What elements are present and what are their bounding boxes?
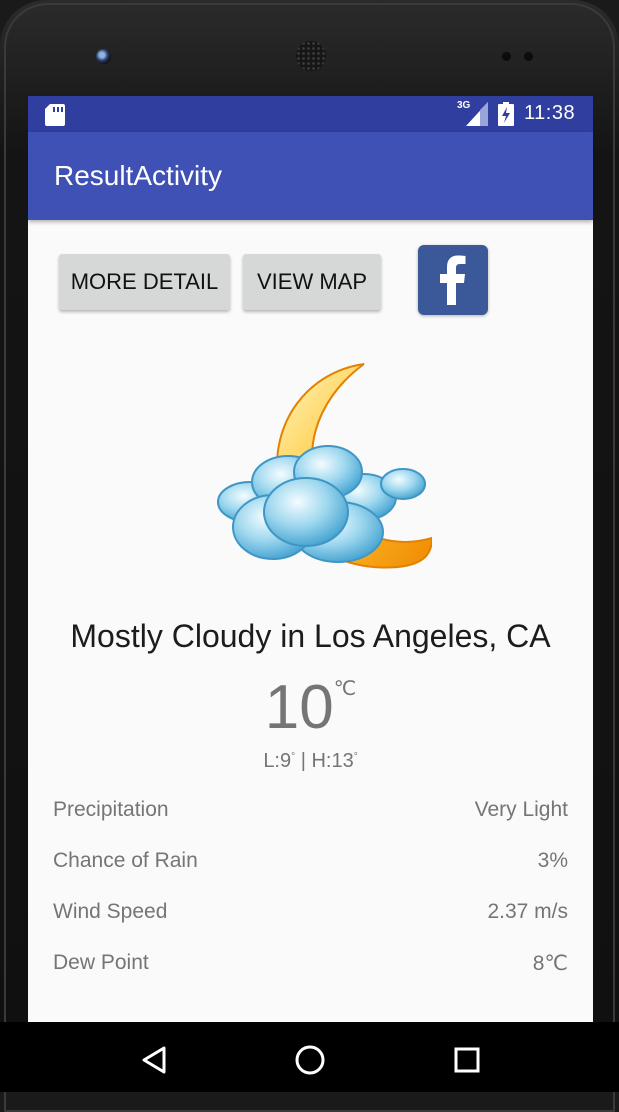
- detail-label: Wind Speed: [53, 900, 168, 923]
- home-icon[interactable]: [294, 1044, 326, 1076]
- partly-cloudy-night-icon: [217, 363, 432, 569]
- detail-row-precipitation: Precipitation Very Light: [53, 798, 568, 828]
- recents-icon[interactable]: [454, 1047, 480, 1073]
- detail-value: Very Light: [474, 798, 568, 821]
- degree-symbol: °: [291, 751, 296, 763]
- battery-charging-icon: [498, 102, 514, 126]
- facebook-icon: [440, 255, 466, 305]
- app-bar: ResultActivity: [28, 132, 593, 220]
- detail-row-chance-of-rain: Chance of Rain 3%: [53, 849, 568, 879]
- detail-label: Precipitation: [53, 798, 169, 821]
- detail-value: 2.37 m/s: [487, 900, 568, 923]
- navigation-bar: [0, 1022, 619, 1092]
- detail-value: 3%: [537, 849, 568, 872]
- low-temperature: L:9: [263, 750, 292, 772]
- detail-label: Chance of Rain: [53, 849, 198, 872]
- light-sensor: [524, 52, 533, 61]
- detail-row-dew-point: Dew Point 8℃: [53, 951, 568, 981]
- temperature-unit: ℃: [333, 678, 357, 700]
- detail-label: Dew Point: [53, 951, 149, 974]
- page-title: ResultActivity: [54, 160, 223, 191]
- view-map-button[interactable]: VIEW MAP: [243, 254, 381, 310]
- speaker-grille: [296, 41, 326, 71]
- detail-value: 8℃: [532, 952, 568, 975]
- temperature-value: 10: [264, 673, 334, 742]
- degree-symbol: °: [353, 751, 358, 763]
- sd-card-icon: [45, 104, 65, 126]
- screen: 3G 11:38 ResultActivity MORE DETAIL VIEW…: [28, 96, 593, 1022]
- status-clock: 11:38: [524, 102, 576, 124]
- network-type-label: 3G: [457, 100, 471, 111]
- more-detail-button[interactable]: MORE DETAIL: [59, 254, 230, 310]
- temperature-display: 10℃: [28, 672, 593, 743]
- front-camera-icon: [96, 49, 111, 64]
- high-temperature: | H:13: [300, 750, 354, 772]
- status-bar: 3G 11:38: [28, 96, 593, 132]
- detail-row-wind-speed: Wind Speed 2.37 m/s: [53, 900, 568, 930]
- weather-summary: Mostly Cloudy in Los Angeles, CA: [70, 618, 551, 654]
- back-icon[interactable]: [141, 1046, 167, 1074]
- facebook-share-button[interactable]: [418, 245, 488, 315]
- proximity-sensor: [502, 52, 511, 61]
- low-high-temperature: L:9° | H:13°: [28, 750, 593, 773]
